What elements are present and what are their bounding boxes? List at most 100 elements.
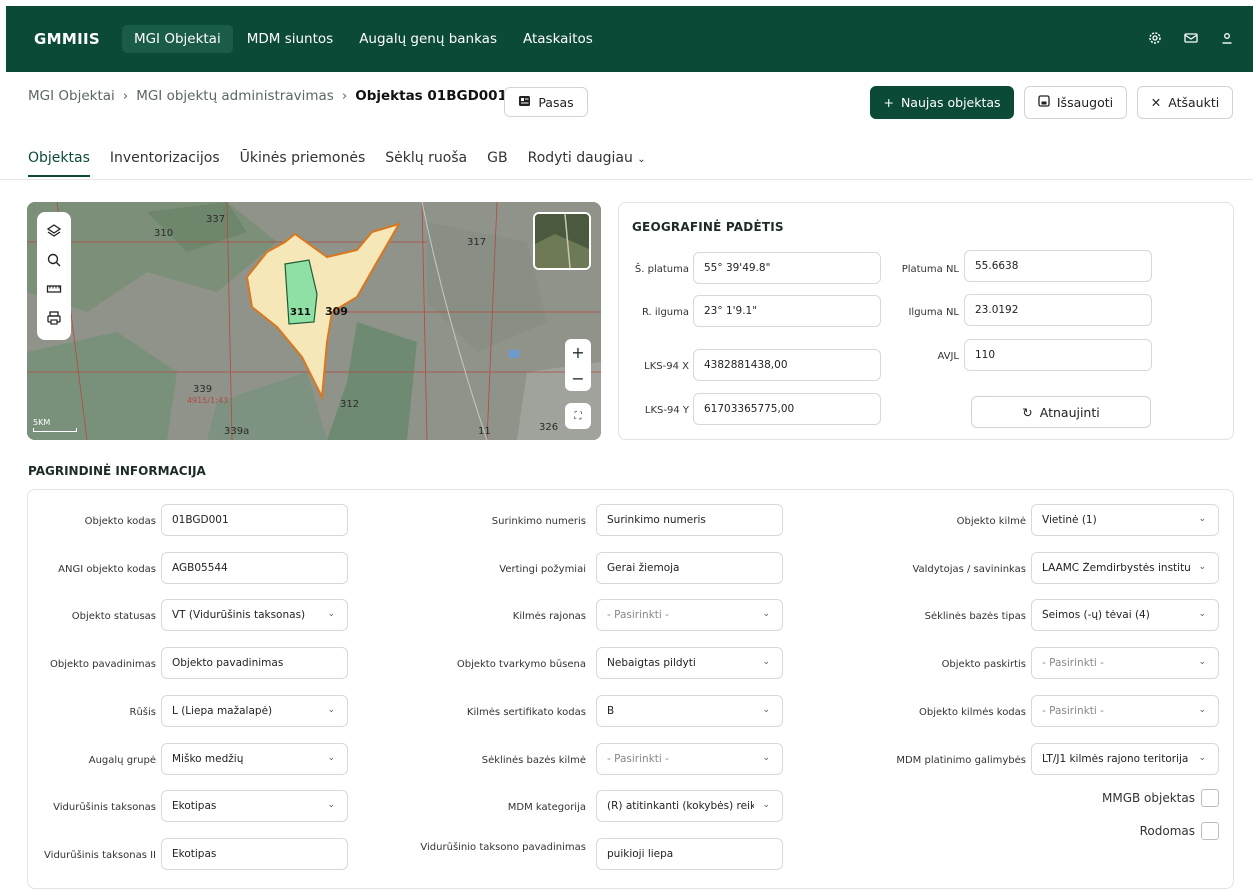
field-label: Surinkimo numeris xyxy=(491,516,586,527)
text-field[interactable]: Objekto pavadinimas xyxy=(161,647,348,680)
field-label: MDM kategorija xyxy=(507,802,586,814)
nav-mgi-objektai[interactable]: MGI Objektai xyxy=(121,25,233,53)
tab-more[interactable]: Rodyti daugiau ⌄ xyxy=(528,150,646,177)
lat-field[interactable]: 55° 39'49.8" xyxy=(693,252,881,284)
select-field[interactable]: - Pasirinkti - ⌄ xyxy=(596,599,783,632)
text-field[interactable]: AGB05544 xyxy=(161,551,348,584)
chevron-right-icon: › xyxy=(122,88,129,104)
tab-ukines-priemones[interactable]: Ūkinės priemonės xyxy=(240,150,366,177)
field-value: AGB05544 xyxy=(172,561,228,574)
field-value: L (Liepa mažalapė) xyxy=(172,704,273,717)
cancel-label: Atšaukti xyxy=(1168,95,1220,110)
text-field[interactable]: 01BGD001 xyxy=(161,504,348,536)
mmgb-checkbox[interactable] xyxy=(1201,789,1219,807)
lon-field[interactable]: 23° 1'9.1" xyxy=(693,295,881,327)
rodomas-checkbox[interactable] xyxy=(1201,822,1219,840)
map-view[interactable]: 337 310 317 311 309 339 4915/1:43 312 33… xyxy=(27,202,601,440)
search-icon[interactable] xyxy=(46,252,62,272)
field-label: Kilmės rajonas xyxy=(512,611,586,623)
nav-mdm-siuntos[interactable]: MDM siuntos xyxy=(235,25,345,53)
select-field[interactable]: Vietinė (1) ⌄ xyxy=(1031,504,1219,536)
field-value: puikioji liepa xyxy=(607,847,674,860)
text-field[interactable]: Surinkimo numeris xyxy=(596,504,783,536)
breadcrumb-item[interactable]: MGI objektų administravimas xyxy=(136,88,334,104)
field-label: Augalų grupė xyxy=(88,754,156,766)
field-value: LAAMC Žemdirbystės institu... xyxy=(1042,561,1190,574)
select-field[interactable]: - Pasirinkti - ⌄ xyxy=(596,742,783,775)
field-value: 01BGD001 xyxy=(172,514,229,526)
tab-seklu-ruosa[interactable]: Sėklų ruoša xyxy=(385,150,467,177)
select-field[interactable]: LT/J1 kilmės rajono teritorija ⌄ xyxy=(1031,742,1219,775)
user-icon[interactable] xyxy=(1219,30,1235,46)
refresh-button[interactable]: ↻ Atnaujinti xyxy=(971,396,1151,428)
settings-icon[interactable] xyxy=(1147,30,1163,46)
lksy-field[interactable]: 61703365775,00 xyxy=(693,393,881,425)
mail-icon[interactable] xyxy=(1183,30,1199,46)
field-value: - Pasirinkti - xyxy=(1042,657,1104,670)
passport-button[interactable]: Pasas xyxy=(504,87,588,117)
field-value: Miško medžių xyxy=(172,752,244,765)
chevron-down-icon: ⌄ xyxy=(327,800,335,811)
select-field[interactable]: Miško medžių ⌄ xyxy=(161,742,348,775)
text-field[interactable]: puikioji liepa xyxy=(596,837,783,870)
latnl-field[interactable]: 55.6638 xyxy=(964,250,1152,282)
cancel-button[interactable]: ✕ Atšaukti xyxy=(1137,86,1233,119)
lonnl-field[interactable]: 23.0192 xyxy=(964,294,1152,326)
save-label: Išsaugoti xyxy=(1056,95,1114,110)
field-label: Objekto pavadinimas xyxy=(49,659,156,671)
nav-ataskaitos[interactable]: Ataskaitos xyxy=(511,25,605,53)
field-label: Kilmės sertifikato kodas xyxy=(466,706,586,718)
breadcrumb-item[interactable]: MGI Objektai xyxy=(28,88,115,104)
text-field[interactable]: Gerai žiemoja xyxy=(596,551,783,584)
rodomas-label: Rodomas xyxy=(1139,824,1195,838)
select-field[interactable]: Ekotipas ⌄ xyxy=(161,790,348,823)
layers-icon[interactable] xyxy=(46,223,62,243)
ruler-icon[interactable] xyxy=(46,281,62,301)
plus-icon: + xyxy=(883,95,894,110)
chevron-down-icon: ⌄ xyxy=(327,752,335,763)
map-label: 339 xyxy=(193,384,212,395)
nav-augalu-genu-bankas[interactable]: Augalų genų bankas xyxy=(347,25,509,53)
zoom-out-button[interactable]: − xyxy=(571,369,584,388)
select-field[interactable]: LAAMC Žemdirbystės institu... ⌄ xyxy=(1031,551,1219,584)
chevron-down-icon: ⌄ xyxy=(762,704,770,715)
zoom-in-button[interactable]: + xyxy=(571,343,584,362)
text-field[interactable]: Ekotipas xyxy=(161,837,348,870)
map-label: 326 xyxy=(539,422,558,433)
app-logo[interactable]: GMMIIS xyxy=(34,30,100,48)
tab-more-label: Rodyti daugiau xyxy=(527,150,633,166)
lksx-field[interactable]: 4382881438,00 xyxy=(693,349,881,381)
tab-gb[interactable]: GB xyxy=(487,150,507,177)
select-field[interactable]: - Pasirinkti - ⌄ xyxy=(1031,647,1219,680)
basemap-thumbnail[interactable] xyxy=(533,212,591,270)
select-field[interactable]: B ⌄ xyxy=(596,694,783,727)
tab-inventorizacijos[interactable]: Inventorizacijos xyxy=(110,150,220,177)
chevron-down-icon: ⌄ xyxy=(637,154,646,165)
select-field[interactable]: - Pasirinkti - ⌄ xyxy=(1031,694,1219,727)
tab-bar: Objektas Inventorizacijos Ūkinės priemon… xyxy=(28,150,666,177)
map-label: 11 xyxy=(478,426,491,437)
new-object-label: Naujas objektas xyxy=(900,95,1001,110)
map-label: 339a xyxy=(224,426,249,437)
field-value: VT (Vidurūšinis taksonas) xyxy=(172,609,306,622)
chevron-down-icon: ⌄ xyxy=(1198,657,1206,668)
field-value: Šeimos (-ų) tėvai (4) xyxy=(1042,609,1150,622)
select-field[interactable]: Šeimos (-ų) tėvai (4) ⌄ xyxy=(1031,599,1219,632)
select-field[interactable]: L (Liepa mažalapė) ⌄ xyxy=(161,694,348,727)
print-icon[interactable] xyxy=(46,310,62,330)
select-field[interactable]: (R) atitinkanti (kokybės) reik... ⌄ xyxy=(596,790,783,823)
select-field[interactable]: VT (Vidurūšinis taksonas) ⌄ xyxy=(161,599,348,632)
map-canvas[interactable]: 337 310 317 311 309 339 4915/1:43 312 33… xyxy=(27,202,601,440)
select-field[interactable]: Nebaigtas pildyti ⌄ xyxy=(596,647,783,680)
field-value: Ekotipas xyxy=(172,800,217,813)
field-value: - Pasirinkti - xyxy=(607,752,669,765)
tab-objektas[interactable]: Objektas xyxy=(28,150,90,177)
avjl-field[interactable]: 110 xyxy=(964,339,1152,371)
save-button[interactable]: Išsaugoti xyxy=(1024,86,1127,119)
field-value: - Pasirinkti - xyxy=(607,609,669,622)
refresh-icon: ↻ xyxy=(1022,404,1033,420)
geo-title: GEOGRAFINĖ PADĖTIS xyxy=(632,220,784,234)
chevron-down-icon: ⌄ xyxy=(1198,514,1206,524)
fullscreen-icon[interactable]: ⛶ xyxy=(565,403,591,429)
new-object-button[interactable]: + Naujas objektas xyxy=(870,86,1014,119)
